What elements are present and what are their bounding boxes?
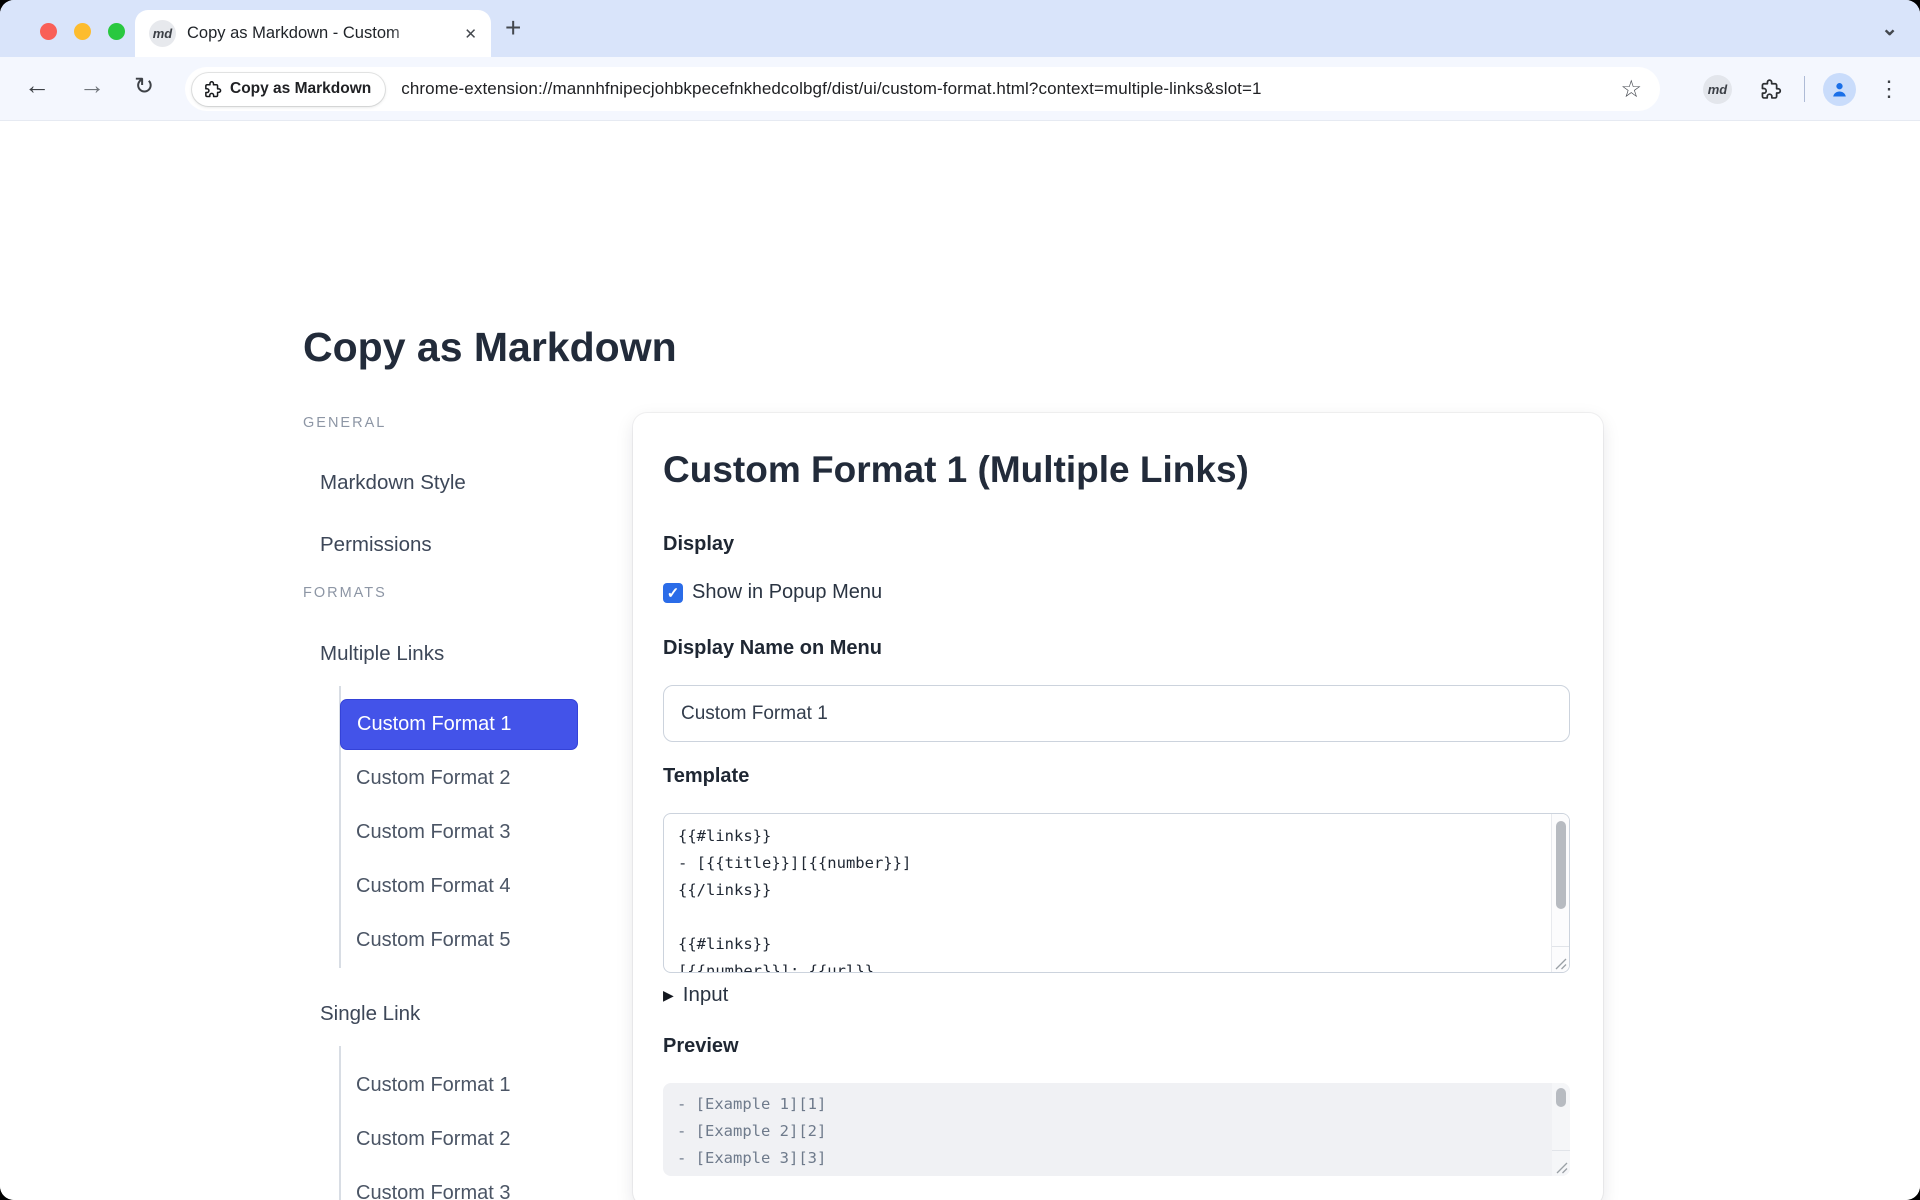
preview-resize-corner[interactable] — [1552, 1150, 1570, 1176]
back-button[interactable]: ← — [24, 70, 50, 101]
custom-format-card: Custom Format 1 (Multiple Links) Display… — [633, 413, 1603, 1200]
address-bar[interactable]: Copy as Markdown chrome-extension://mann… — [185, 67, 1660, 111]
sidebar-header-general: GENERAL — [303, 415, 386, 431]
search-tabs-chevron-icon[interactable]: ⌄ — [1881, 16, 1898, 41]
single-link-group-rule — [339, 1046, 341, 1200]
bookmark-star-icon[interactable]: ☆ — [1620, 75, 1642, 104]
extensions-puzzle-icon[interactable] — [1759, 78, 1782, 101]
tab-favicon-md-icon: md — [149, 20, 176, 47]
browser-toolbar: ← → ↻ Copy as Markdown chrome-extension:… — [0, 57, 1920, 121]
extension-options-page: Copy as Markdown GENERAL Markdown Style … — [0, 121, 1920, 1200]
page-title: Copy as Markdown — [303, 324, 677, 371]
show-in-popup-checkbox[interactable]: ✓ — [663, 583, 683, 603]
close-window-button[interactable] — [40, 23, 57, 40]
template-textarea[interactable]: {{#links}} - [{{title}}][{{number}}] {{/… — [663, 813, 1570, 973]
template-label: Template — [663, 765, 749, 788]
sidebar-item-multiple-custom-format-1-selected[interactable]: Custom Format 1 — [340, 699, 578, 750]
forward-button[interactable]: → — [79, 70, 105, 101]
sidebar-item-single-link[interactable]: Single Link — [320, 1002, 420, 1026]
show-in-popup-label: Show in Popup Menu — [692, 581, 882, 604]
sidebar-item-multiple-custom-format-4[interactable]: Custom Format 4 — [356, 875, 510, 898]
card-heading: Custom Format 1 (Multiple Links) — [663, 449, 1249, 491]
new-tab-button[interactable]: + — [505, 12, 521, 44]
sidebar-item-permissions[interactable]: Permissions — [320, 533, 432, 557]
puzzle-icon — [203, 80, 222, 99]
preview-scrollbar-thumb[interactable] — [1556, 1088, 1566, 1107]
preview-label: Preview — [663, 1035, 739, 1058]
person-icon — [1829, 79, 1850, 100]
profile-avatar[interactable] — [1823, 73, 1856, 106]
sidebar-item-multiple-custom-format-3[interactable]: Custom Format 3 — [356, 821, 510, 844]
preview-textarea[interactable]: - [Example 1][1] - [Example 2][2] - [Exa… — [663, 1083, 1570, 1176]
tab-close-icon[interactable]: ✕ — [464, 25, 477, 43]
disclosure-triangle-icon: ▶ — [663, 987, 674, 1004]
sidebar-item-single-custom-format-2[interactable]: Custom Format 2 — [356, 1128, 510, 1151]
sidebar-item-markdown-style[interactable]: Markdown Style — [320, 471, 466, 495]
sidebar-item-multiple-links[interactable]: Multiple Links — [320, 642, 444, 666]
toolbar-divider — [1804, 76, 1805, 102]
extension-name-chip[interactable]: Copy as Markdown — [192, 73, 385, 106]
preview-scrollbar-track[interactable] — [1552, 1083, 1570, 1176]
url-text[interactable]: chrome-extension://mannhfnipecjohbkpecef… — [401, 79, 1261, 99]
sidebar-item-single-custom-format-1[interactable]: Custom Format 1 — [356, 1074, 510, 1097]
sidebar-item-multiple-custom-format-5[interactable]: Custom Format 5 — [356, 929, 510, 952]
display-name-input[interactable] — [663, 685, 1570, 742]
toolbar-right-cluster: md ⋮ — [1703, 57, 1920, 121]
tab-copy-as-markdown[interactable]: md Copy as Markdown - Custom ✕ — [135, 10, 491, 57]
browser-window: md Copy as Markdown - Custom ✕ + ⌄ ← → ↻… — [0, 0, 1920, 1200]
resize-grip-icon — [1556, 1162, 1568, 1174]
pinned-extension-md-icon[interactable]: md — [1703, 75, 1732, 104]
fullscreen-window-button[interactable] — [108, 23, 125, 40]
tab-title: Copy as Markdown - Custom — [187, 24, 425, 43]
input-details-summary[interactable]: ▶ Input — [663, 983, 728, 1007]
sidebar-header-formats: FORMATS — [303, 585, 387, 601]
input-summary-label: Input — [683, 983, 729, 1007]
selected-item-label: Custom Format 1 — [357, 713, 511, 736]
display-section-label: Display — [663, 533, 734, 556]
template-resize-corner[interactable] — [1552, 946, 1569, 972]
template-scrollbar-thumb[interactable] — [1556, 821, 1566, 909]
minimize-window-button[interactable] — [74, 23, 91, 40]
preview-text: - [Example 1][1] - [Example 2][2] - [Exa… — [663, 1083, 1552, 1176]
display-name-label: Display Name on Menu — [663, 637, 882, 660]
browser-menu-icon[interactable]: ⋮ — [1878, 76, 1900, 102]
sidebar-item-single-custom-format-3[interactable]: Custom Format 3 — [356, 1182, 510, 1200]
resize-grip-icon — [1555, 958, 1567, 970]
template-text: {{#links}} - [{{title}}][{{number}}] {{/… — [664, 814, 1551, 972]
extension-chip-label: Copy as Markdown — [230, 80, 371, 98]
sidebar-item-multiple-custom-format-2[interactable]: Custom Format 2 — [356, 767, 510, 790]
show-in-popup-row: ✓ Show in Popup Menu — [663, 581, 882, 604]
tab-strip: md Copy as Markdown - Custom ✕ + ⌄ — [0, 0, 1920, 57]
template-scrollbar-track[interactable] — [1551, 814, 1569, 972]
reload-button[interactable]: ↻ — [134, 72, 154, 101]
